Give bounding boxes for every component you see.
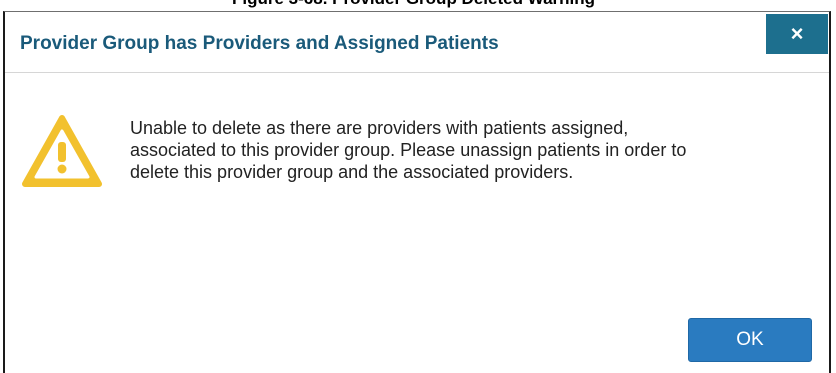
dialog-title-bar: Provider Group has Providers and Assigne…: [5, 12, 829, 73]
message-line: associated to this provider group. Pleas…: [130, 140, 687, 160]
close-icon: ×: [790, 21, 804, 46]
message-line: Unable to delete as there are providers …: [130, 118, 629, 138]
dialog-title: Provider Group has Providers and Assigne…: [20, 33, 499, 54]
ok-button[interactable]: OK: [688, 318, 812, 362]
close-button[interactable]: ×: [766, 14, 828, 54]
caption-text: Figure 3-68. Provider Group Deleted Warn…: [232, 0, 595, 9]
dialog-message: Unable to delete as there are providers …: [130, 117, 810, 183]
message-line: delete this provider group and the assoc…: [130, 162, 574, 182]
warning-triangle-icon: [22, 115, 102, 187]
warning-dialog: Provider Group has Providers and Assigne…: [3, 11, 831, 373]
